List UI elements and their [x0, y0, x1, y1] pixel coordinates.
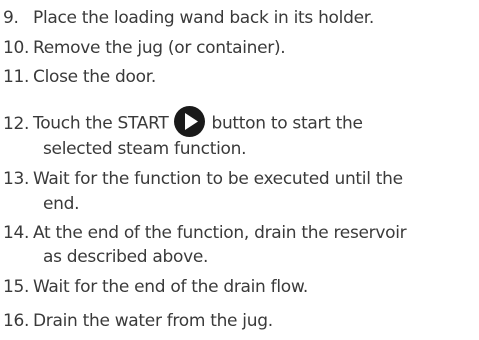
step-14: 14. At the end of the function, drain the… [3, 222, 407, 244]
step-12: 12. Touch the START button to start the [3, 106, 363, 139]
step-text: Place the loading wand back in its holde… [33, 8, 374, 28]
step-9: 9. Place the loading wand back in its hol… [3, 7, 374, 29]
step-text-before-icon: Touch the START [33, 113, 169, 134]
step-13-continuation: end. [43, 194, 80, 214]
instruction-list: 9. Place the loading wand back in its hol… [0, 0, 479, 340]
step-15: 15. Wait for the end of the drain flow. [3, 276, 308, 298]
step-text: At the end of the function, drain the re… [33, 223, 407, 243]
step-text-after-icon: button to start the [211, 113, 363, 134]
step-number: 14. [3, 223, 30, 243]
step-11: 11. Close the door. [3, 66, 156, 88]
step-number: 13. [3, 169, 30, 189]
step-number: 9. [3, 8, 19, 28]
step-number: 16. [3, 311, 30, 331]
step-text: Close the door. [33, 67, 156, 87]
step-number: 11. [3, 67, 30, 87]
step-14-continuation: as described above. [43, 247, 209, 267]
step-12-continuation: selected steam function. [43, 139, 247, 159]
step-number: 10. [3, 38, 30, 58]
step-text: Wait for the function to be executed unt… [33, 169, 403, 189]
step-text: Drain the water from the jug. [33, 311, 273, 331]
step-number: 12. [3, 113, 30, 134]
step-16: 16. Drain the water from the jug. [3, 310, 273, 332]
step-number: 15. [3, 277, 30, 297]
step-text: Remove the jug (or container). [33, 38, 286, 58]
step-text: Wait for the end of the drain flow. [33, 277, 308, 297]
play-icon [174, 106, 206, 137]
step-13: 13. Wait for the function to be executed … [3, 168, 403, 190]
step-10: 10. Remove the jug (or container). [3, 37, 286, 59]
